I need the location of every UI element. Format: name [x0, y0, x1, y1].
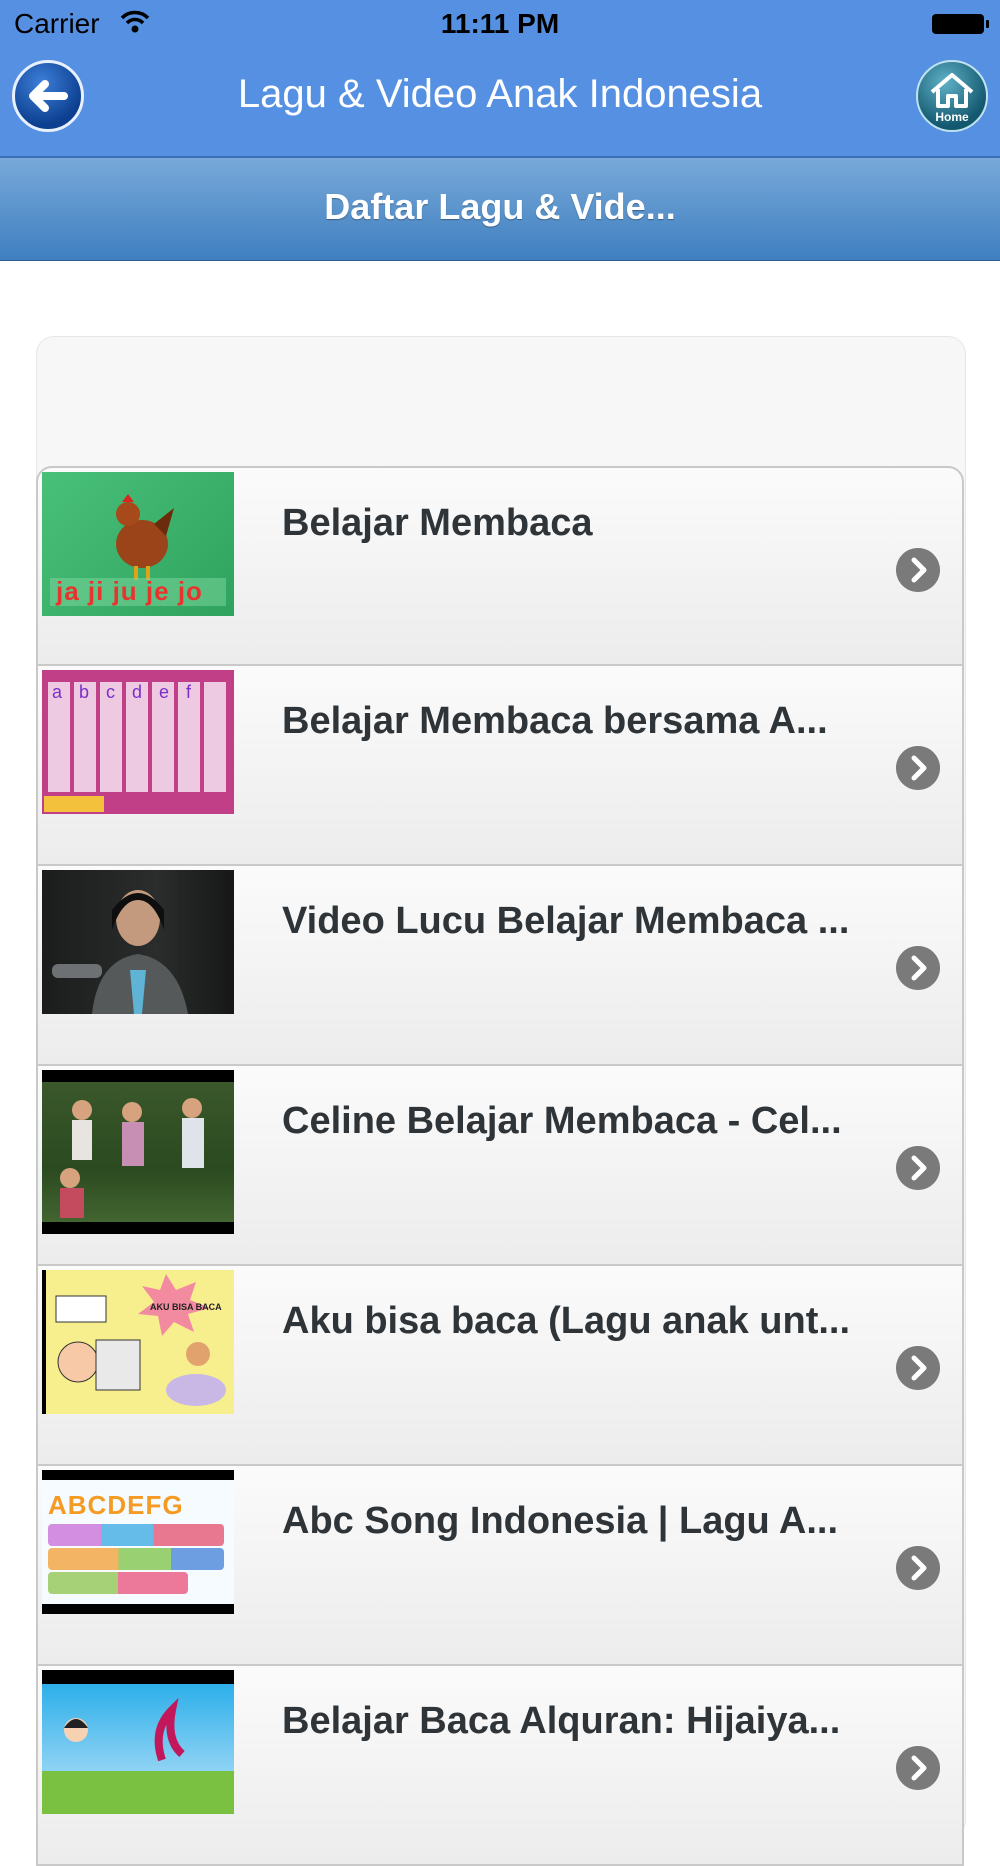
video-thumbnail: [42, 1070, 234, 1234]
status-time: 11:11 PM: [440, 8, 560, 39]
thumbnail-caption: ABCDEFG: [48, 1490, 184, 1520]
thumbnail-caption: ja ji ju je jo: [56, 576, 203, 606]
video-thumbnail: ABCDEFG: [42, 1470, 234, 1614]
video-title: Celine Belajar Membaca - Cel...: [282, 1100, 842, 1142]
chevron-right-icon: [896, 1346, 940, 1390]
chevron-right-icon: [896, 1146, 940, 1190]
video-list-item[interactable]: Video Lucu Belajar Membaca ...: [36, 866, 964, 1066]
video-thumbnail: [42, 870, 234, 1014]
video-title: Video Lucu Belajar Membaca ...: [282, 900, 850, 942]
video-thumbnail: a b c d e f: [42, 670, 234, 814]
status-bar: Carrier 11:11 PM: [0, 0, 1000, 50]
cartoon-illustration: [55, 1274, 226, 1406]
video-list: ja ji ju je jo Belajar Membaca a b c d e…: [36, 466, 964, 1866]
chevron-right-icon: [896, 1746, 940, 1790]
chevron-right-icon: [896, 548, 940, 592]
home-label: Home: [935, 110, 969, 124]
video-list-item[interactable]: Belajar Baca Alquran: Hijaiya...: [36, 1666, 964, 1866]
video-title: Belajar Baca Alquran: Hijaiya...: [282, 1700, 841, 1742]
thumbnail-caption: AKU BISA BACA: [150, 1302, 222, 1312]
person-illustration: [52, 890, 188, 1014]
letter-rows: [48, 1524, 224, 1594]
thumbnail-caption: a b c d e f: [52, 682, 198, 702]
children-illustration: [42, 1070, 234, 1234]
video-list-item[interactable]: ABCDEFG Abc Song Indonesia | Lagu A...: [36, 1466, 964, 1666]
navigation-bar: Lagu & Video Anak Indonesia Home: [0, 50, 1000, 158]
video-title: Belajar Membaca bersama A...: [282, 700, 828, 742]
video-list-item[interactable]: Celine Belajar Membaca - Cel...: [36, 1066, 964, 1266]
video-list-item[interactable]: a b c d e f Belajar Membaca bersama A...: [36, 666, 964, 866]
chevron-right-icon: [896, 746, 940, 790]
video-list-item[interactable]: AKU BISA BACA Aku bisa baca (Lagu anak u…: [36, 1266, 964, 1466]
battery-icon: [932, 14, 989, 34]
list-header: Daftar Lagu & Vide...: [0, 158, 1000, 261]
video-thumbnail: AKU BISA BACA: [42, 1270, 234, 1414]
video-list-item[interactable]: ja ji ju je jo Belajar Membaca: [36, 466, 964, 666]
app-title: Lagu & Video Anak Indonesia: [237, 72, 763, 116]
chevron-right-icon: [896, 946, 940, 990]
list-header-title: Daftar Lagu & Vide...: [324, 186, 676, 227]
video-title: Belajar Membaca: [282, 502, 593, 544]
video-thumbnail: [42, 1670, 234, 1814]
video-title: Aku bisa baca (Lagu anak unt...: [282, 1300, 851, 1342]
video-title: Abc Song Indonesia | Lagu A...: [282, 1500, 839, 1542]
cartoon-illustration: [42, 1670, 234, 1762]
video-thumbnail: ja ji ju je jo: [42, 472, 234, 616]
chevron-right-icon: [896, 1546, 940, 1590]
home-button[interactable]: Home: [916, 60, 988, 132]
